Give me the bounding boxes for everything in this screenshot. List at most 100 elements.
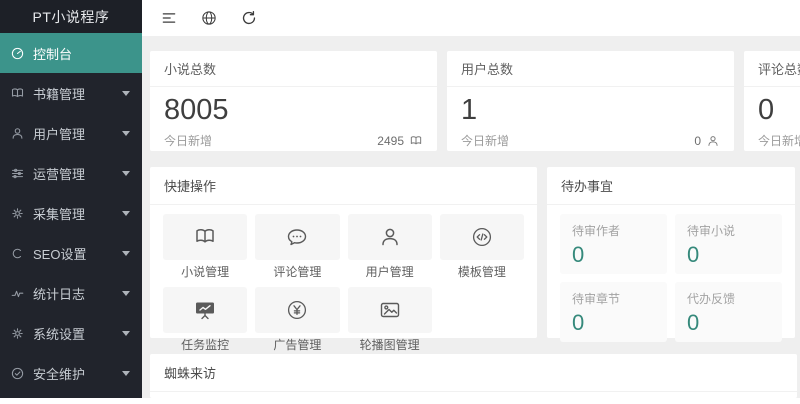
pulse-chart-icon	[10, 286, 25, 301]
sidebar-item-label: 书籍管理	[33, 84, 118, 103]
quick-action-templates[interactable]: 模板管理	[440, 214, 524, 279]
stat-footer-value: 2495	[377, 134, 404, 148]
todo-panel: 待办事宜 待审作者 0 待审小说 0 待审章节 0	[547, 167, 795, 338]
quick-action-novels[interactable]: 小说管理	[163, 214, 247, 279]
sidebar: PT小说程序 控制台 书籍管理 用户管理 运营管理 采集管理 SE	[0, 0, 142, 398]
stat-card-novels: 小说总数 8005 今日新增 2495	[150, 51, 437, 151]
todo-tile-pending-authors[interactable]: 待审作者 0	[560, 214, 667, 274]
book-icon	[193, 225, 217, 249]
quick-actions-grid: 小说管理 评论管理 用户管理 模板管理	[150, 205, 537, 361]
quick-action-label: 任务监控	[163, 338, 247, 352]
stat-value: 0	[758, 92, 800, 128]
sidebar-item-collection[interactable]: 采集管理	[0, 193, 142, 233]
stat-card-title: 小说总数	[150, 51, 437, 87]
todo-tile-pending-chapters[interactable]: 待审章节 0	[560, 282, 667, 342]
quick-action-carousel[interactable]: 轮播图管理	[348, 287, 432, 352]
sidebar-item-stats-log[interactable]: 统计日志	[0, 273, 142, 313]
quick-action-label: 轮播图管理	[348, 338, 432, 352]
todo-grid: 待审作者 0 待审小说 0 待审章节 0 代办反馈	[547, 205, 795, 351]
todo-tile-pending-feedback[interactable]: 代办反馈 0	[675, 282, 782, 342]
user-icon	[10, 126, 25, 141]
sidebar-item-users[interactable]: 用户管理	[0, 113, 142, 153]
gear-icon	[10, 206, 25, 221]
quick-action-label: 小说管理	[163, 265, 247, 279]
bottom-strip	[0, 398, 800, 404]
todo-label: 待审章节	[572, 290, 655, 307]
monitor-icon	[193, 298, 217, 322]
book-icon	[10, 86, 25, 101]
stat-footer-label: 今日新增	[758, 132, 800, 149]
dashboard-content: 小说总数 8005 今日新增 2495 用户总数	[142, 36, 800, 398]
todo-label: 代办反馈	[687, 290, 770, 307]
todo-label: 待审小说	[687, 222, 770, 239]
globe-icon[interactable]	[200, 9, 218, 27]
sidebar-item-dashboard[interactable]: 控制台	[0, 33, 142, 73]
app-window: PT小说程序 控制台 书籍管理 用户管理 运营管理 采集管理 SE	[0, 0, 800, 398]
user-icon	[378, 225, 402, 249]
sidebar-item-system[interactable]: 系统设置	[0, 313, 142, 353]
main-area: 小说总数 8005 今日新增 2495 用户总数	[142, 0, 800, 398]
book-icon	[409, 134, 423, 148]
sidebar-item-security[interactable]: 安全维护	[0, 353, 142, 393]
sidebar-item-label: 运营管理	[33, 164, 118, 183]
stat-card-users: 用户总数 1 今日新增 0	[447, 51, 734, 151]
chevron-down-icon	[122, 291, 130, 296]
quick-action-users[interactable]: 用户管理	[348, 214, 432, 279]
quick-action-label: 评论管理	[255, 265, 339, 279]
sidebar-item-label: 用户管理	[33, 124, 118, 143]
gauge-icon	[10, 46, 25, 61]
c-circle-icon	[10, 246, 25, 261]
stat-card-title: 用户总数	[447, 51, 734, 87]
sidebar-item-label: 控制台	[33, 44, 130, 63]
todo-tile-pending-novels[interactable]: 待审小说 0	[675, 214, 782, 274]
comment-icon	[285, 225, 309, 249]
sidebar-item-label: 采集管理	[33, 204, 118, 223]
quick-action-label: 用户管理	[348, 265, 432, 279]
chevron-down-icon	[122, 251, 130, 256]
stat-card-comments: 评论总数 0 今日新增	[744, 51, 800, 151]
refresh-icon[interactable]	[240, 9, 258, 27]
stat-value: 1	[461, 92, 720, 128]
user-icon	[706, 134, 720, 148]
quick-action-label: 广告管理	[255, 338, 339, 352]
todo-value: 0	[687, 242, 770, 268]
sliders-icon	[10, 166, 25, 181]
sidebar-item-books[interactable]: 书籍管理	[0, 73, 142, 113]
quick-action-label: 模板管理	[440, 265, 524, 279]
quick-actions-panel: 快捷操作 小说管理 评论管理 用户管理	[150, 167, 537, 338]
chevron-down-icon	[122, 371, 130, 376]
chevron-down-icon	[122, 171, 130, 176]
shield-check-icon	[10, 366, 25, 381]
quick-action-comments[interactable]: 评论管理	[255, 214, 339, 279]
gear-icon	[10, 326, 25, 341]
collapse-menu-icon[interactable]	[160, 9, 178, 27]
todo-label: 待审作者	[572, 222, 655, 239]
topbar	[142, 0, 800, 36]
sidebar-item-label: 安全维护	[33, 364, 118, 383]
stat-card-title: 评论总数	[744, 51, 800, 87]
stat-footer-label: 今日新增	[461, 132, 509, 149]
chevron-down-icon	[122, 91, 130, 96]
sidebar-item-label: 系统设置	[33, 324, 118, 343]
carousel-image-icon	[378, 298, 402, 322]
sidebar-item-label: 统计日志	[33, 284, 118, 303]
chevron-down-icon	[122, 211, 130, 216]
sidebar-item-label: SEO设置	[33, 244, 118, 263]
app-title: PT小说程序	[0, 0, 142, 33]
quick-action-task-monitor[interactable]: 任务监控	[163, 287, 247, 352]
chevron-down-icon	[122, 331, 130, 336]
stat-footer-value: 0	[694, 134, 701, 148]
sidebar-item-seo[interactable]: SEO设置	[0, 233, 142, 273]
todo-value: 0	[572, 310, 655, 336]
quick-actions-title: 快捷操作	[150, 167, 537, 205]
stat-value: 8005	[164, 92, 423, 128]
quick-action-ads[interactable]: 广告管理	[255, 287, 339, 352]
chevron-down-icon	[122, 131, 130, 136]
todo-value: 0	[572, 242, 655, 268]
todo-title: 待办事宜	[547, 167, 795, 205]
code-circle-icon	[470, 225, 494, 249]
yen-circle-icon	[285, 298, 309, 322]
sidebar-item-operations[interactable]: 运营管理	[0, 153, 142, 193]
stat-footer-label: 今日新增	[164, 132, 212, 149]
todo-value: 0	[687, 310, 770, 336]
